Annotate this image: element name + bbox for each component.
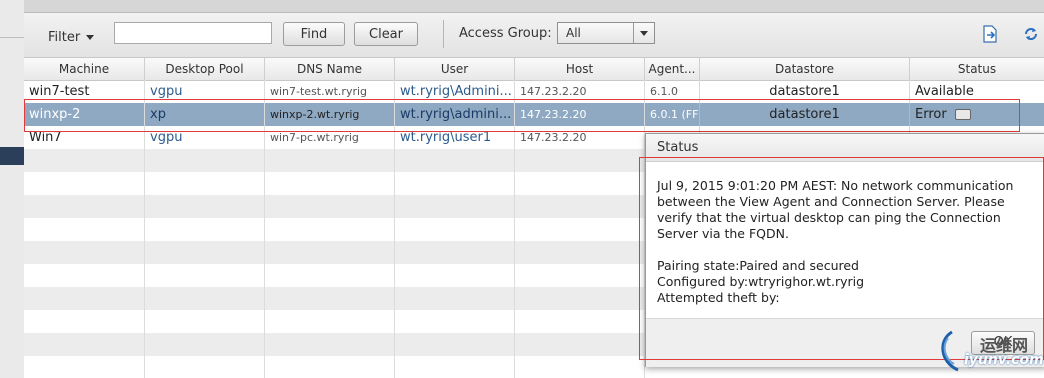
table-row-selected[interactable]: winxp-2 xp winxp-2.wt.ryrig wt.ryrig\adm…	[24, 103, 1044, 126]
column-header-machine[interactable]: Machine	[24, 58, 145, 80]
cell-user[interactable]: wt.ryrig\admini...	[395, 103, 515, 126]
column-divider	[514, 80, 515, 378]
status-error-text: Error	[915, 107, 947, 122]
cell-agent: 6.1.0	[645, 80, 700, 103]
cell-pool[interactable]: vgpu	[145, 80, 265, 103]
cell-dns: winxp-2.wt.ryrig	[265, 103, 395, 126]
filter-dropdown[interactable]: Filter	[48, 26, 95, 48]
column-divider	[394, 80, 395, 378]
filter-label: Filter	[48, 29, 81, 45]
cell-pool[interactable]: vgpu	[145, 126, 265, 149]
column-header-host[interactable]: Host	[515, 58, 645, 80]
find-button[interactable]: Find	[283, 22, 345, 46]
cell-datastore: datastore1	[700, 80, 910, 103]
refresh-icon[interactable]	[1023, 25, 1039, 43]
cell-machine: Win7	[24, 126, 145, 149]
column-divider	[144, 80, 145, 378]
access-group-label: Access Group:	[459, 26, 552, 41]
cell-pool[interactable]: xp	[145, 103, 265, 126]
left-sidebar	[0, 0, 25, 378]
cell-machine: win7-test	[24, 80, 145, 103]
ok-button[interactable]: OK	[971, 331, 1035, 355]
access-group-value: All	[566, 26, 581, 40]
column-header-status[interactable]: Status	[910, 58, 1044, 80]
configured-by: Configured by:wtryrighor.wt.ryrig	[657, 274, 865, 289]
cell-status: Error	[910, 103, 1044, 126]
cell-agent: 6.0.1 (FF	[645, 103, 700, 126]
chevron-down-icon	[86, 34, 95, 40]
dialog-body: Jul 9, 2015 9:01:20 PM AEST: No network …	[657, 178, 1037, 306]
cell-user[interactable]: wt.ryrig\Admini...	[395, 80, 515, 103]
access-group-select[interactable]: All	[557, 22, 655, 44]
dialog-title[interactable]: Status	[646, 134, 1044, 162]
table-header: Machine Desktop Pool DNS Name User Host …	[24, 58, 1044, 81]
clear-button[interactable]: Clear	[354, 22, 418, 46]
cell-dns: win7-test.wt.ryrig	[265, 80, 395, 103]
export-icon[interactable]	[982, 25, 998, 43]
chevron-down-icon	[633, 23, 654, 43]
column-header-desktop-pool[interactable]: Desktop Pool	[145, 58, 265, 80]
cell-machine: winxp-2	[24, 103, 145, 126]
dialog-footer: OK	[646, 318, 1044, 367]
column-header-dns-name[interactable]: DNS Name	[265, 58, 395, 80]
more-details-icon[interactable]	[954, 109, 971, 120]
table-row[interactable]: win7-test vgpu win7-test.wt.ryrig wt.ryr…	[24, 80, 1044, 103]
sidebar-selected-item[interactable]	[0, 147, 24, 165]
sidebar-divider	[0, 37, 24, 38]
toolbar-separator	[443, 20, 444, 48]
cell-datastore: datastore1	[700, 103, 910, 126]
status-dialog: Status Jul 9, 2015 9:01:20 PM AEST: No n…	[645, 133, 1044, 367]
cell-host: 147.23.2.20	[515, 126, 645, 149]
column-header-agent[interactable]: Agent...	[645, 58, 700, 80]
cell-host: 147.23.2.20	[515, 80, 645, 103]
column-header-user[interactable]: User	[395, 58, 515, 80]
cell-user[interactable]: wt.ryrig\user1	[395, 126, 515, 149]
attempted-theft: Attempted theft by:	[657, 290, 780, 305]
cell-status: Available	[915, 84, 974, 99]
column-divider	[264, 80, 265, 378]
status-message: Jul 9, 2015 9:01:20 PM AEST: No network …	[657, 178, 1014, 241]
filter-input[interactable]	[114, 22, 272, 44]
pairing-state: Pairing state:Paired and secured	[657, 258, 859, 273]
column-header-datastore[interactable]: Datastore	[700, 58, 910, 80]
cell-dns: win7-pc.wt.ryrig	[265, 126, 395, 149]
toolbar: Filter Find Clear Access Group: All	[24, 13, 1044, 58]
cell-host: 147.23.2.20	[515, 103, 645, 126]
top-band	[24, 0, 1044, 13]
